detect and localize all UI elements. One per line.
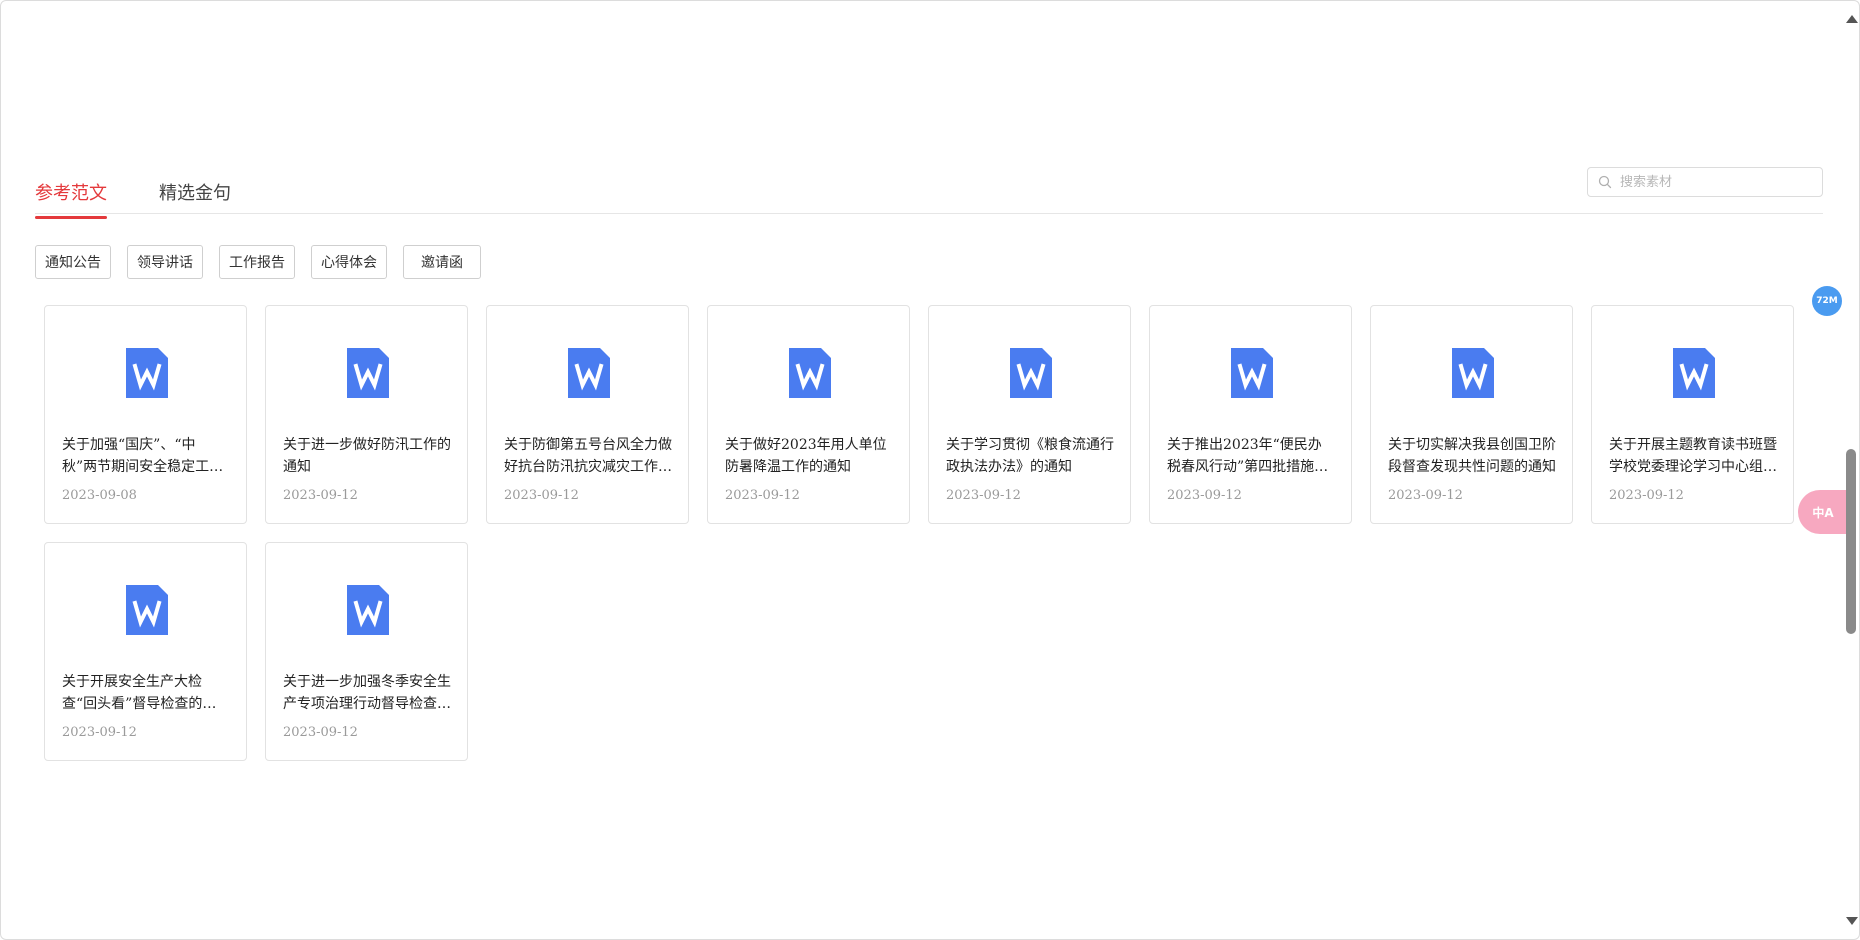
document-title: 关于进一步做好防汛工作的通知 [283, 437, 451, 475]
document-date: 2023-09-12 [283, 488, 358, 503]
document-card[interactable]: 关于进一步加强冬季安全生产专项治理行动督导检查的通知 2023-09-12 [265, 542, 468, 761]
document-card[interactable]: 关于开展主题教育读书班暨学校党委理论学习中心组学习的通知 2023-09-12 [1591, 305, 1794, 524]
document-card[interactable]: 关于推出2023年“便民办税春风行动”第四批措施的通知 2023-09-12 [1149, 305, 1352, 524]
word-document-icon [568, 348, 610, 398]
filter-work-report[interactable]: 工作报告 [219, 245, 295, 279]
tab-label: 参考范文 [35, 183, 107, 204]
word-document-icon [126, 585, 168, 635]
document-date: 2023-09-12 [725, 488, 800, 503]
search-box[interactable] [1587, 167, 1823, 197]
document-card[interactable]: 关于做好2023年用人单位防暑降温工作的通知 2023-09-12 [707, 305, 910, 524]
document-title: 关于开展安全生产大检查“回头看”督导检查的通知 [62, 674, 217, 712]
scroll-down-arrow-icon[interactable] [1846, 917, 1858, 925]
document-title: 关于进一步加强冬季安全生产专项治理行动督导检查的通知 [283, 674, 451, 712]
document-title: 关于防御第五号台风全力做好抗台防汛抗灾减灾工作的通知 [504, 437, 672, 475]
word-document-icon [126, 348, 168, 398]
filter-invitation[interactable]: 邀请函 [403, 245, 481, 279]
document-date: 2023-09-12 [1609, 488, 1684, 503]
document-title: 关于学习贯彻《粮食流通行政执法办法》的通知 [946, 437, 1114, 475]
document-card[interactable]: 关于开展安全生产大检查“回头看”督导检查的通知 2023-09-12 [44, 542, 247, 761]
vertical-scrollbar[interactable] [1843, 1, 1859, 939]
document-title: 关于做好2023年用人单位防暑降温工作的通知 [725, 437, 887, 475]
scroll-up-arrow-icon[interactable] [1846, 15, 1858, 23]
document-title: 关于加强“国庆”、“中秋”两节期间安全稳定工作的通知 [62, 437, 224, 475]
memory-usage-badge[interactable]: 72M [1812, 286, 1842, 316]
document-date: 2023-09-12 [504, 488, 579, 503]
document-title: 关于推出2023年“便民办税春风行动”第四批措施的通知 [1167, 437, 1329, 475]
document-card[interactable]: 关于防御第五号台风全力做好抗台防汛抗灾减灾工作的通知 2023-09-12 [486, 305, 689, 524]
tab-reference-essays[interactable]: 参考范文 [35, 179, 107, 219]
tab-bar: 参考范文 精选金句 [35, 171, 1823, 219]
document-card[interactable]: 关于加强“国庆”、“中秋”两节期间安全稳定工作的通知 2023-09-08 [44, 305, 247, 524]
filter-leader-speech[interactable]: 领导讲话 [127, 245, 203, 279]
translate-icon: 中A [1812, 505, 1834, 520]
tab-selected-quotes[interactable]: 精选金句 [159, 179, 231, 217]
scrollbar-thumb[interactable] [1846, 449, 1856, 634]
document-date: 2023-09-12 [1167, 488, 1242, 503]
word-document-icon [1673, 348, 1715, 398]
active-tab-indicator [35, 216, 107, 219]
document-date: 2023-09-12 [283, 725, 358, 740]
document-date: 2023-09-12 [1388, 488, 1463, 503]
filter-notice[interactable]: 通知公告 [35, 245, 111, 279]
document-card[interactable]: 关于学习贯彻《粮食流通行政执法办法》的通知 2023-09-12 [928, 305, 1131, 524]
word-document-icon [1010, 348, 1052, 398]
document-date: 2023-09-12 [946, 488, 1021, 503]
document-title: 关于开展主题教育读书班暨学校党委理论学习中心组学习的通知 [1609, 437, 1777, 475]
word-document-icon [347, 585, 389, 635]
category-filters: 通知公告 领导讲话 工作报告 心得体会 邀请函 [35, 245, 481, 279]
page-frame: 参考范文 精选金句 通知公告 领导讲话 工作报告 心得体会 邀请函 关于加强“国… [0, 0, 1860, 940]
document-title: 关于切实解决我县创国卫阶段督查发现共性问题的通知 [1388, 437, 1556, 475]
filter-reflection[interactable]: 心得体会 [311, 245, 387, 279]
document-card[interactable]: 关于进一步做好防汛工作的通知 2023-09-12 [265, 305, 468, 524]
word-document-icon [347, 348, 389, 398]
document-date: 2023-09-08 [62, 488, 137, 503]
translate-button[interactable]: 中A [1798, 490, 1848, 534]
document-card[interactable]: 关于切实解决我县创国卫阶段督查发现共性问题的通知 2023-09-12 [1370, 305, 1573, 524]
document-date: 2023-09-12 [62, 725, 137, 740]
word-document-icon [789, 348, 831, 398]
word-document-icon [1231, 348, 1273, 398]
search-icon [1598, 175, 1612, 189]
tab-label: 精选金句 [159, 183, 231, 204]
word-document-icon [1452, 348, 1494, 398]
search-input[interactable] [1618, 173, 1812, 191]
